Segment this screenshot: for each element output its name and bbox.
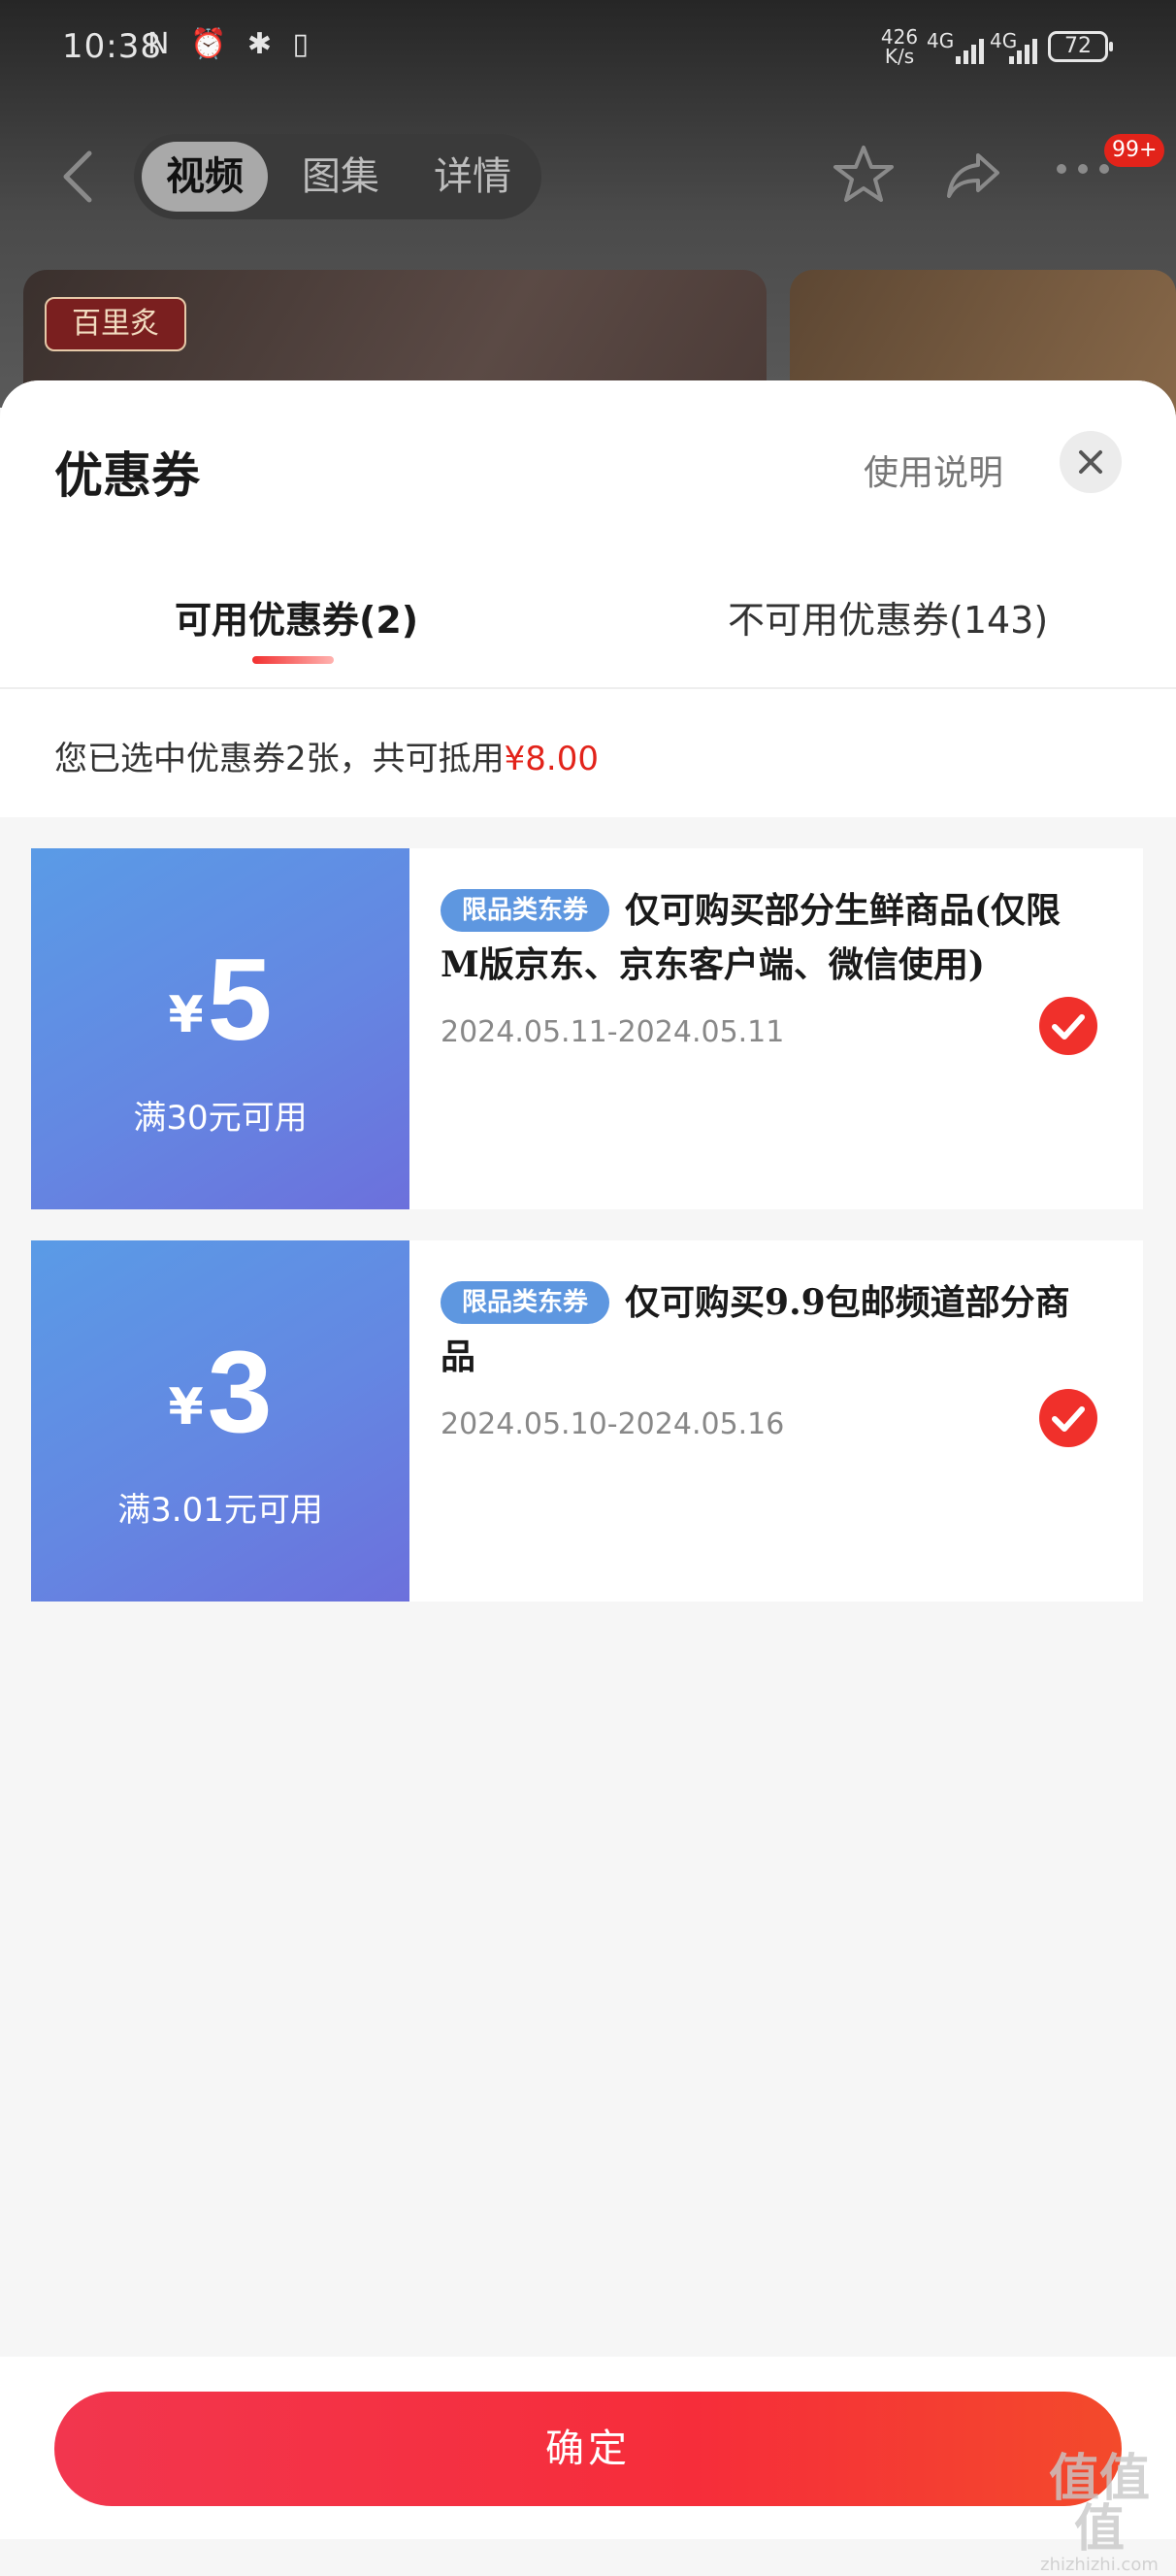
currency-symbol: ¥	[168, 1378, 204, 1437]
back-arrow-icon[interactable]	[54, 148, 103, 206]
share-icon[interactable]	[941, 142, 1007, 208]
coupon-description: 限品类东券 仅可购买9.9包邮频道部分商品	[441, 1275, 1081, 1384]
close-icon	[1079, 450, 1102, 474]
sheet-title: 优惠券	[54, 447, 200, 504]
coupon-card[interactable]: ¥3 满3.01元可用 限品类东券 仅可购买9.9包邮频道部分商品 2024.05…	[25, 1240, 1143, 1602]
sheet-header: 优惠券 使用说明 可用优惠券(2) 不可用优惠券(143) 您已选中优惠券2张，…	[0, 380, 1176, 817]
coupon-type-tag: 限品类东券	[441, 889, 610, 932]
tab-details[interactable]: 详情	[409, 142, 536, 212]
network-type-1: 4G	[927, 29, 955, 52]
thumbnail-brand-tag: 百里炙	[45, 297, 186, 351]
notification-badge: 99+	[1104, 134, 1165, 167]
check-icon[interactable]	[1038, 996, 1098, 1056]
selection-summary: 您已选中优惠券2张，共可抵用¥8.00	[54, 732, 599, 779]
battery-indicator: 72	[1048, 31, 1113, 62]
watermark-mark: 值值值	[1048, 2450, 1150, 2559]
watermark-site: zhizhizhi.com	[1040, 2555, 1159, 2575]
coupon-info-panel: 限品类东券 仅可购买9.9包邮频道部分商品 2024.05.10-2024.05.…	[409, 1240, 1143, 1602]
coupon-condition: 满3.01元可用	[117, 1491, 323, 1530]
top-nav-bar: 视频 图集 详情 99+	[0, 126, 1176, 223]
active-tab-indicator	[252, 656, 334, 664]
coupon-type-tag: 限品类东券	[441, 1281, 610, 1324]
sheet-footer: 确定	[0, 2357, 1176, 2539]
coupon-condition: 满30元可用	[133, 1099, 308, 1138]
coupon-description: 限品类东券 仅可购买部分生鲜商品(仅限M版京东、京东客户端、微信使用)	[441, 883, 1081, 992]
coupon-amount-value: 3	[207, 1327, 273, 1457]
coupon-value-panel: ¥5 满30元可用	[25, 848, 409, 1209]
signal-bars-icon-2	[1009, 39, 1038, 64]
confirm-button[interactable]: 确定	[54, 2392, 1122, 2506]
media-tab-switcher: 视频 图集 详情	[134, 134, 541, 219]
status-bar: 10:38 N ⏰ ✱ ▯ 426 K/s 4G 4G 72	[0, 0, 1176, 97]
coupon-validity: 2024.05.10-2024.05.16	[441, 1407, 785, 1441]
coupon-amount: ¥5	[31, 941, 409, 1058]
check-icon[interactable]	[1038, 1388, 1098, 1448]
net-speed: 426 K/s	[878, 27, 921, 66]
tab-unavailable-coupons[interactable]: 不可用优惠券(143)	[728, 590, 1048, 644]
tab-video[interactable]: 视频	[142, 142, 268, 212]
coupon-tabs: 可用优惠券(2) 不可用优惠券(143)	[0, 575, 1176, 689]
star-icon[interactable]	[831, 142, 897, 208]
signal-bars-icon	[956, 39, 985, 64]
net-speed-unit: K/s	[884, 45, 915, 68]
site-watermark: 值值值 zhizhizhi.com	[1027, 2454, 1172, 2576]
summary-text: 您已选中优惠券2张，共可抵用	[54, 740, 505, 778]
close-button[interactable]	[1060, 431, 1122, 493]
coupon-card[interactable]: ¥5 满30元可用 限品类东券 仅可购买部分生鲜商品(仅限M版京东、京东客户端、微…	[25, 848, 1143, 1209]
more-icon[interactable]	[1054, 159, 1112, 179]
tab-available-coupons[interactable]: 可用优惠券(2)	[175, 590, 418, 644]
currency-symbol: ¥	[168, 986, 204, 1044]
usage-instructions-link[interactable]: 使用说明	[864, 445, 1003, 495]
coupon-amount: ¥3	[31, 1334, 409, 1450]
summary-amount: ¥8.00	[504, 740, 599, 778]
tab-gallery[interactable]: 图集	[278, 142, 404, 212]
coupon-validity: 2024.05.11-2024.05.11	[441, 1015, 785, 1049]
background-page: 10:38 N ⏰ ✱ ▯ 426 K/s 4G 4G 72 视频 图集 详情	[0, 0, 1176, 464]
coupon-amount-value: 5	[207, 935, 273, 1065]
status-indicator-icons: N ⏰ ✱ ▯	[147, 27, 315, 61]
coupon-info-panel: 限品类东券 仅可购买部分生鲜商品(仅限M版京东、京东客户端、微信使用) 2024.…	[409, 848, 1143, 1209]
coupon-sheet: 优惠券 使用说明 可用优惠券(2) 不可用优惠券(143) 您已选中优惠券2张，…	[0, 380, 1176, 2539]
coupon-value-panel: ¥3 满3.01元可用	[25, 1240, 409, 1602]
